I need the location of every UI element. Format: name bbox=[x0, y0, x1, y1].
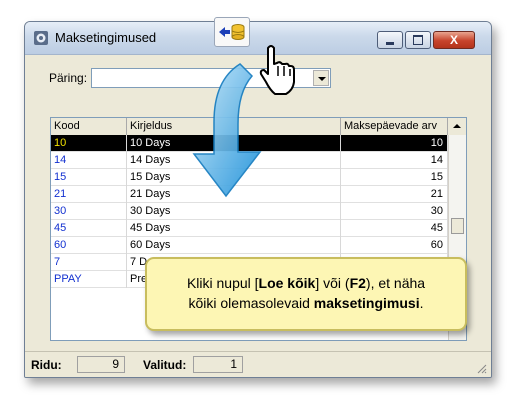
row-code-cell: PPAY bbox=[51, 271, 127, 288]
row-code-cell: 21 bbox=[51, 186, 127, 203]
chevron-down-icon[interactable] bbox=[313, 70, 329, 86]
close-icon: X bbox=[449, 33, 458, 47]
rows-count-label: Ridu: bbox=[31, 358, 62, 372]
row-days-cell: 21 bbox=[341, 186, 448, 203]
row-code-cell: 7 bbox=[51, 254, 127, 271]
payment-terms-label: maksetingimusi bbox=[313, 295, 420, 311]
row-days-cell: 30 bbox=[341, 203, 448, 220]
table-row[interactable]: 45 45 Days 45 bbox=[51, 220, 448, 237]
row-days-cell: 14 bbox=[341, 152, 448, 169]
column-header-code[interactable]: Kood bbox=[51, 118, 127, 135]
column-header-days[interactable]: Maksepäevade arv bbox=[341, 118, 448, 135]
selected-count-label: Valitud: bbox=[143, 358, 187, 372]
hint-line-1: Kliki nupul [Loe kõik] või (F2), et näha bbox=[186, 275, 426, 291]
maximize-button[interactable] bbox=[405, 31, 431, 49]
close-button[interactable]: X bbox=[433, 31, 475, 49]
resize-grip-icon[interactable] bbox=[475, 362, 487, 374]
row-days-cell: 45 bbox=[341, 220, 448, 237]
row-code-cell: 60 bbox=[51, 237, 127, 254]
row-description-cell: 45 Days bbox=[127, 220, 341, 237]
selected-count-value: 1 bbox=[193, 356, 243, 373]
database-load-icon bbox=[219, 24, 245, 40]
row-code-cell: 10 bbox=[51, 135, 127, 152]
table-row[interactable]: 30 30 Days 30 bbox=[51, 203, 448, 220]
status-bar: Ridu: 9 Valitud: 1 bbox=[25, 351, 491, 377]
minimize-button[interactable] bbox=[377, 31, 403, 49]
row-description-cell: 60 Days bbox=[127, 237, 341, 254]
row-days-cell: 15 bbox=[341, 169, 448, 186]
table-row[interactable]: 60 60 Days 60 bbox=[51, 237, 448, 254]
load-all-button[interactable] bbox=[214, 17, 250, 47]
scroll-up-button[interactable] bbox=[448, 118, 466, 135]
row-days-cell: 60 bbox=[341, 237, 448, 254]
hint-line-2: kõiki olemasolevaid maksetingimusi. bbox=[188, 295, 424, 311]
rows-count-value: 9 bbox=[77, 356, 125, 373]
curved-arrow-icon bbox=[192, 63, 262, 198]
app-icon bbox=[34, 31, 48, 45]
load-all-label: Loe kõik bbox=[258, 275, 316, 291]
hint-callout: Kliki nupul [Loe kõik] või (F2), et näha… bbox=[145, 257, 467, 331]
scrollbar-thumb[interactable] bbox=[451, 218, 464, 234]
f2-key-label: F2 bbox=[349, 275, 366, 291]
row-code-cell: 30 bbox=[51, 203, 127, 220]
query-label: Päring: bbox=[49, 71, 88, 85]
row-code-cell: 45 bbox=[51, 220, 127, 237]
row-days-cell: 10 bbox=[341, 135, 448, 152]
row-description-cell: 30 Days bbox=[127, 203, 341, 220]
window-title: Maksetingimused bbox=[55, 30, 157, 45]
row-code-cell: 15 bbox=[51, 169, 127, 186]
row-code-cell: 14 bbox=[51, 152, 127, 169]
